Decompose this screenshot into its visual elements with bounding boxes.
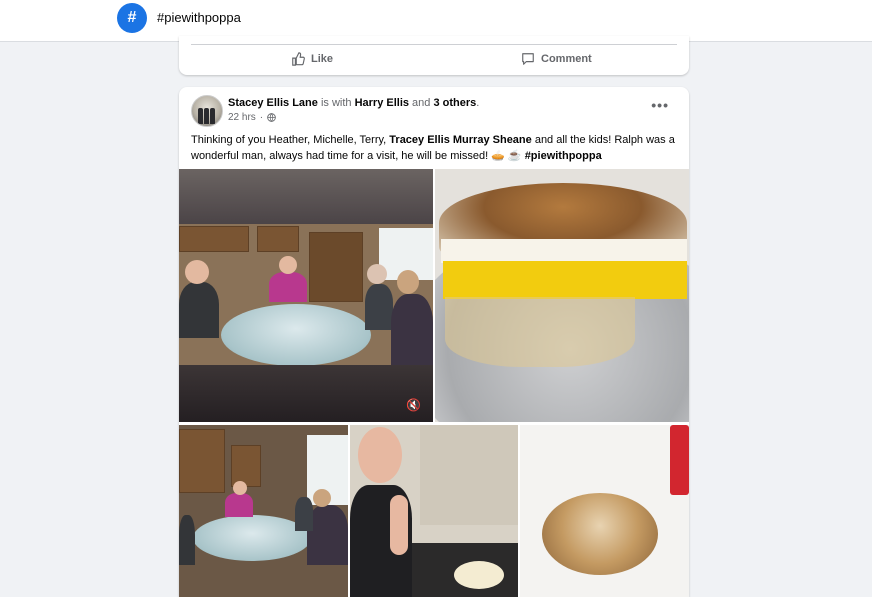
hutch xyxy=(179,429,225,493)
video-thumbnail[interactable]: 🔇 xyxy=(179,169,433,422)
post-meta: 22 hrs · xyxy=(228,112,276,123)
red-cup xyxy=(670,425,689,495)
girl-head xyxy=(358,427,402,483)
hashtag-icon: # xyxy=(117,3,147,33)
girl-head xyxy=(397,270,419,294)
woman-head xyxy=(279,256,297,274)
kitchen-wall xyxy=(420,425,518,525)
hashtag-link[interactable]: #piewithpoppa xyxy=(525,150,602,162)
hutch xyxy=(179,226,249,252)
cabinet xyxy=(257,226,299,252)
tagged-person-link[interactable]: Harry Ellis xyxy=(355,97,409,109)
man xyxy=(179,515,195,565)
tagged-name-link[interactable]: Tracey Ellis Murray Sheane xyxy=(389,134,531,146)
comment-icon xyxy=(522,53,534,65)
comment-label: Comment xyxy=(541,53,592,65)
woman xyxy=(269,272,307,302)
thumbs-up-icon xyxy=(292,52,305,66)
meringue-base xyxy=(441,239,687,263)
dining-table xyxy=(193,515,311,561)
avatar-figure xyxy=(198,108,203,124)
like-button[interactable]: Like xyxy=(291,52,333,66)
girl xyxy=(307,505,348,565)
meta-separator: · xyxy=(259,112,264,123)
pie-dish xyxy=(454,561,504,589)
like-label: Like xyxy=(311,53,334,65)
blurred-edge xyxy=(179,169,433,224)
avatar-figure xyxy=(204,108,209,124)
man-head xyxy=(185,260,209,284)
girl xyxy=(391,294,433,365)
woman-head xyxy=(233,481,247,495)
blurred-edge xyxy=(179,365,433,422)
girl-arm xyxy=(390,495,408,555)
photo-pie-closeup[interactable] xyxy=(435,169,689,422)
woman xyxy=(225,493,253,517)
post-card: Stacey Ellis Lane is with Harry Ellis an… xyxy=(179,87,689,597)
comment-button[interactable]: Comment xyxy=(521,52,592,66)
older-woman-head xyxy=(367,264,387,284)
man xyxy=(179,282,219,338)
dining-table xyxy=(221,304,371,366)
photo-girl-kitchen[interactable] xyxy=(350,425,518,597)
post-text-part: Thinking of you Heather, Michelle, Terry… xyxy=(191,134,390,146)
whole-pie xyxy=(542,493,658,575)
girl-head xyxy=(313,489,331,507)
hashtag-title: #piewithpoppa xyxy=(157,10,241,25)
and-text: and xyxy=(409,97,434,109)
globe-icon xyxy=(267,113,276,122)
post-headline: Stacey Ellis Lane is with Harry Ellis an… xyxy=(228,97,479,109)
photo-family-table[interactable] xyxy=(179,425,348,597)
author-avatar[interactable] xyxy=(191,95,223,127)
previous-post-footer: Like Comment xyxy=(179,36,689,75)
more-options-button[interactable]: ••• xyxy=(651,97,669,113)
china-cabinet xyxy=(309,232,363,302)
speaker-muted-icon[interactable]: 🔇 xyxy=(406,398,421,412)
divider xyxy=(191,44,677,45)
others-link[interactable]: 3 others xyxy=(433,97,476,109)
older-woman xyxy=(365,284,393,330)
with-text: is with xyxy=(317,97,355,109)
photo-pie-table[interactable] xyxy=(520,425,689,597)
crust-crumbs xyxy=(445,297,635,367)
dining-room-scene xyxy=(179,224,433,366)
cabinet xyxy=(231,445,261,487)
older-woman xyxy=(295,497,313,531)
author-name-link[interactable]: Stacey Ellis Lane xyxy=(228,97,318,109)
avatar-figure xyxy=(210,108,215,124)
lemon-filling xyxy=(443,261,687,299)
post-time-link[interactable]: 22 hrs xyxy=(228,112,256,123)
period: . xyxy=(476,97,480,109)
post-text: Thinking of you Heather, Michelle, Terry… xyxy=(191,132,681,164)
